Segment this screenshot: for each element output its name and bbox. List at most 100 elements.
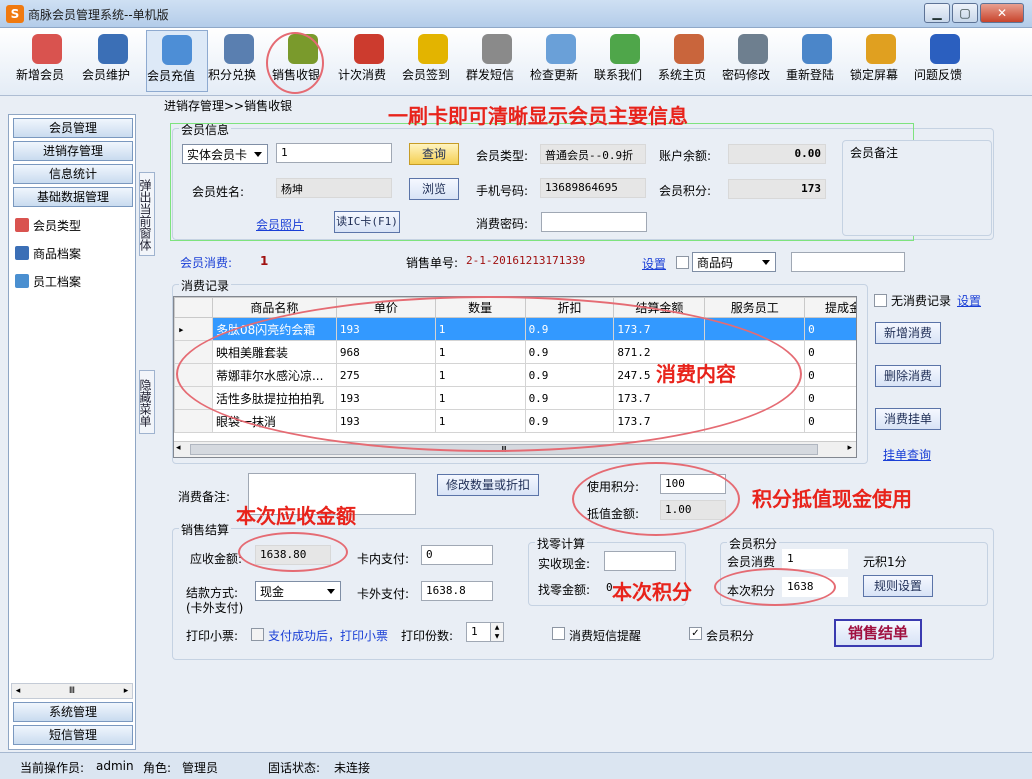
mp-consume-input[interactable]: 1 — [782, 549, 848, 569]
popup-window-tab[interactable]: 弹出当前窗体 — [138, 172, 155, 256]
toolbar-button-recharge[interactable]: 会员充值 — [146, 30, 208, 92]
no-record-checkbox[interactable] — [874, 294, 887, 307]
toolbar-button-home[interactable]: 系统主页 — [658, 30, 720, 92]
annotation-ellipse-points — [572, 462, 740, 536]
toolbar-label: 检查更新 — [530, 68, 579, 82]
nav-base-data[interactable]: 基础数据管理 — [13, 187, 133, 207]
browse-button[interactable]: 浏览 — [409, 178, 459, 200]
annotation-this-points: 本次积分 — [612, 580, 692, 604]
print-receipt-checkbox[interactable] — [251, 628, 264, 641]
nav-inventory-management[interactable]: 进销存管理 — [13, 141, 133, 161]
member-remark-title: 会员备注 — [850, 146, 899, 160]
toolbar-button-add-member[interactable]: 新增会员 — [16, 30, 78, 92]
maximize-button[interactable]: ▢ — [952, 3, 978, 23]
cash-received-input[interactable] — [604, 551, 676, 571]
card-number-input[interactable]: 1 — [276, 143, 392, 163]
toolbar-label: 新增会员 — [16, 68, 65, 82]
table-cell[interactable]: 0 — [804, 409, 856, 433]
nav-sms-management[interactable]: 短信管理 — [13, 725, 133, 745]
table-cell[interactable]: 0 — [804, 317, 856, 341]
contact-icon — [610, 34, 640, 64]
annotation-due-amount: 本次应收金额 — [236, 504, 356, 528]
member-consume-value: 1 — [260, 254, 269, 268]
toolbar-button-help[interactable]: 问题反馈 — [914, 30, 976, 92]
toolbar-button-relogin[interactable]: 重新登陆 — [786, 30, 848, 92]
home-icon — [674, 34, 704, 64]
nav-system-management[interactable]: 系统管理 — [13, 702, 133, 722]
change-amount-label: 找零金额: — [538, 583, 591, 597]
phone-value: 13689864695 — [540, 178, 646, 198]
hang-order-button[interactable]: 消费挂单 — [875, 408, 941, 430]
toolbar-button-count-consume[interactable]: 计次消费 — [338, 30, 400, 92]
role-value: 管理员 — [182, 761, 219, 775]
rule-settings-button[interactable]: 规则设置 — [863, 575, 933, 597]
annotation-ellipse-due — [238, 532, 348, 572]
card-in-pay-input[interactable]: 0 — [421, 545, 493, 565]
nav-statistics[interactable]: 信息统计 — [13, 164, 133, 184]
modify-qty-discount-button[interactable]: 修改数量或折扣 — [437, 474, 539, 496]
row-selector[interactable] — [174, 409, 213, 433]
staff-archive-icon — [15, 274, 29, 288]
pay-method-sublabel: (卡外支付) — [186, 601, 244, 615]
scan-checkbox[interactable] — [676, 256, 689, 269]
toolbar-button-member-maintain[interactable]: 会员维护 — [82, 30, 144, 92]
table-cell[interactable]: 0 — [804, 363, 856, 387]
card-in-pay-label: 卡内支付: — [357, 552, 410, 566]
member-photo-link[interactable]: 会员照片 — [256, 216, 304, 233]
copies-spinner-icon[interactable]: ▲ ▼ — [490, 623, 503, 641]
hide-menu-tab[interactable]: 隐藏菜单 — [138, 370, 155, 434]
tree-item-member-type[interactable]: 会员类型 — [15, 217, 81, 234]
query-button[interactable]: 查询 — [409, 143, 459, 165]
tree-item-staff-archive[interactable]: 员工档案 — [15, 273, 81, 290]
tree-item-product-archive[interactable]: 商品档案 — [15, 245, 81, 262]
col-commission[interactable]: 提成金额 — [804, 297, 856, 318]
member-points-checkbox[interactable]: ✓ — [689, 627, 702, 640]
print-receipt-label: 打印小票: — [186, 629, 239, 643]
col-service-staff[interactable]: 服务员工 — [704, 297, 806, 318]
count-consume-icon — [354, 34, 384, 64]
toolbar-label: 计次消费 — [338, 68, 387, 82]
read-ic-card-button[interactable]: 读IC卡(F1) — [334, 211, 400, 233]
add-consume-button[interactable]: 新增消费 — [875, 322, 941, 344]
no-record-settings-link[interactable]: 设置 — [957, 292, 981, 309]
nav-member-management[interactable]: 会员管理 — [13, 118, 133, 138]
product-code-select[interactable]: 商品码 — [692, 252, 776, 272]
pay-method-select[interactable]: 现金 — [255, 581, 341, 601]
toolbar-label: 会员签到 — [402, 68, 451, 82]
toolbar-button-contact[interactable]: 联系我们 — [594, 30, 656, 92]
print-after-pay-label: 支付成功后，打印小票 — [268, 629, 389, 643]
order-settings-link[interactable]: 设置 — [642, 255, 666, 272]
product-code-input[interactable] — [791, 252, 905, 272]
minimize-button[interactable]: ▁ — [924, 3, 950, 23]
row-header-corner — [174, 297, 213, 318]
toolbar-button-checkin[interactable]: 会员签到 — [402, 30, 464, 92]
toolbar-button-lock[interactable]: 锁定屏幕 — [850, 30, 912, 92]
member-type-icon — [15, 218, 29, 232]
row-selector[interactable]: ▸ — [174, 317, 213, 341]
product-archive-icon — [15, 246, 29, 260]
toolbar-button-update[interactable]: 检查更新 — [530, 30, 592, 92]
toolbar-button-sms[interactable]: 群发短信 — [466, 30, 528, 92]
table-cell[interactable]: 0 — [804, 386, 856, 410]
checkout-button[interactable]: 销售结单 — [834, 619, 922, 647]
card-type-select[interactable]: 实体会员卡 — [182, 144, 268, 164]
toolbar-label: 密码修改 — [722, 68, 771, 82]
delete-consume-button[interactable]: 删除消费 — [875, 365, 941, 387]
close-button[interactable]: ✕ — [980, 3, 1024, 23]
toolbar-button-password[interactable]: 密码修改 — [722, 30, 784, 92]
consume-remark-label: 消费备注: — [178, 490, 231, 504]
balance-value: 0.00 — [728, 144, 826, 164]
toolbar-button-points-exchange[interactable]: 积分兑换 — [208, 30, 270, 92]
annotation-ellipse-this-points — [714, 568, 836, 606]
member-name-value: 杨坤 — [276, 178, 392, 198]
sms-remind-checkbox[interactable] — [552, 627, 565, 640]
consume-password-input[interactable] — [541, 212, 647, 232]
toolbar-label: 联系我们 — [594, 68, 643, 82]
annotation-points-cash: 积分抵值现金使用 — [752, 487, 912, 511]
hang-order-query-link[interactable]: 挂单查询 — [883, 446, 931, 463]
table-cell[interactable]: 0 — [804, 340, 856, 364]
left-hscroll[interactable]: ◂ Ⅲ ▸ — [11, 683, 133, 699]
toolbar-label: 会员充值 — [147, 69, 196, 83]
card-out-pay-input[interactable]: 1638.8 — [421, 581, 493, 601]
add-member-icon — [32, 34, 62, 64]
